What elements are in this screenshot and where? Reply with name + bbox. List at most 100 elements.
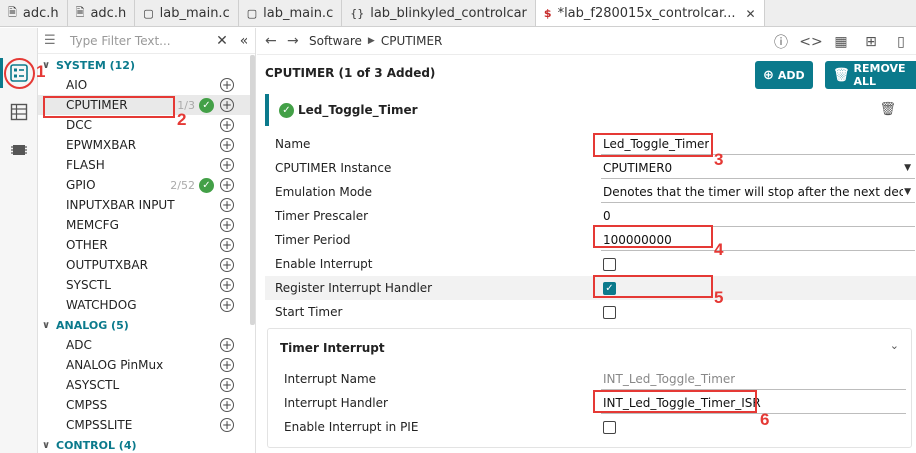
add-circle-icon[interactable]: + [220, 238, 234, 252]
add-circle-icon[interactable]: + [220, 278, 234, 292]
enable-interrupt-pie-checkbox[interactable] [603, 420, 616, 434]
tree-item[interactable]: SYSCTL + [38, 275, 250, 295]
tree-item[interactable]: OUTPUTXBAR + [38, 255, 250, 275]
close-icon[interactable]: ✕ [746, 7, 756, 21]
tab-adc-h-2[interactable]: 🗎 adc.h [68, 0, 136, 26]
add-button[interactable]: ⊕ ADD [755, 61, 813, 89]
remove-all-button[interactable]: 🗑 REMOVE ALL [825, 61, 916, 89]
header-file-icon: 🗎 [75, 6, 85, 19]
add-circle-icon[interactable]: + [220, 78, 234, 92]
tree-item[interactable]: ASYSCTL + [38, 375, 250, 395]
tree-scrollbar[interactable] [250, 55, 255, 325]
tree-category[interactable]: ∨ CONTROL (4) [38, 435, 250, 453]
panel-toggle-icon[interactable]: ▯ [886, 34, 916, 50]
cputimer-instance-select[interactable]: CPUTIMER0 ▼ [601, 157, 915, 179]
tree-item[interactable]: GPIO 2/52 ✓ + [38, 175, 250, 195]
tree-item[interactable]: ADC + [38, 335, 250, 355]
delete-instance-icon[interactable]: 🗑 [879, 102, 896, 117]
field-label: Emulation Mode [275, 185, 373, 199]
tree-item[interactable]: MEMCFG + [38, 215, 250, 235]
dropdown-arrow-icon: ▼ [904, 162, 911, 173]
tree-item-label: OUTPUTXBAR [66, 258, 148, 272]
tab-lab-main-c-2[interactable]: ▢ lab_main.c [239, 0, 343, 26]
tree-item[interactable]: WATCHDOG + [38, 295, 250, 315]
tree-item[interactable]: AIO + [38, 75, 250, 95]
add-button-label: ADD [777, 68, 805, 82]
module-header: CPUTIMER (1 of 3 Added) [265, 66, 436, 80]
collapse-panel-icon[interactable]: « [233, 33, 255, 49]
check-circle-icon: ✓ [199, 177, 214, 193]
tab-label: lab_blinkyled_controlcar [370, 6, 527, 21]
add-circle-icon[interactable]: + [220, 338, 234, 352]
instance-title: Led_Toggle_Timer [298, 103, 418, 117]
tab-lab-main-c-1[interactable]: ▢ lab_main.c [135, 0, 239, 26]
chevron-down-icon: ∨ [42, 439, 51, 451]
tree-item[interactable]: OTHER + [38, 235, 250, 255]
tree-category[interactable]: ∨ ANALOG (5) [38, 315, 250, 335]
field-timer-prescaler: Timer Prescaler 0 [265, 204, 916, 228]
tab-lab-blinkyled[interactable]: {} lab_blinkyled_controlcar [342, 0, 536, 26]
chip-view-icon[interactable] [7, 138, 31, 162]
tree-item[interactable]: FLASH + [38, 155, 250, 175]
start-timer-checkbox[interactable] [603, 305, 616, 319]
c-file-icon: ▢ [143, 7, 154, 20]
info-icon[interactable]: ⓘ [766, 32, 796, 52]
rail-selection-indicator [0, 58, 3, 88]
add-circle-icon[interactable]: + [220, 138, 234, 152]
add-circle-icon[interactable]: + [220, 178, 234, 192]
add-circle-icon[interactable]: + [220, 158, 234, 172]
field-label: Timer Prescaler [275, 209, 369, 223]
annotation-circle-1 [4, 58, 35, 89]
tree-item[interactable]: CMPSSLITE + [38, 415, 250, 435]
device-view-icon[interactable]: ⊞ [856, 34, 886, 50]
memory-view-icon[interactable] [7, 100, 31, 124]
timer-prescaler-input[interactable]: 0 [601, 205, 915, 227]
instance-header[interactable]: ✓ Led_Toggle_Timer 🗑 [265, 94, 916, 126]
tree-item[interactable]: DCC + [38, 115, 250, 135]
tree-item[interactable]: ANALOG PinMux + [38, 355, 250, 375]
tree-item[interactable]: EPWMXBAR + [38, 135, 250, 155]
trash-icon: 🗑 [833, 67, 850, 83]
tree-item[interactable]: INPUTXBAR INPUT + [38, 195, 250, 215]
field-label: Register Interrupt Handler [275, 281, 433, 295]
annotation-number-6: 6 [760, 410, 770, 429]
header-file-icon: 🗎 [8, 6, 17, 19]
breadcrumb-parent[interactable]: Software [309, 34, 362, 48]
add-circle-icon[interactable]: + [220, 118, 234, 132]
braces-file-icon: {} [350, 7, 365, 20]
tree-item-label: CMPSSLITE [66, 418, 133, 432]
add-circle-icon[interactable]: + [220, 98, 234, 112]
tab-lab-f280015x-syscfg[interactable]: $ *lab_f280015x_controlcar... ✕ [535, 0, 765, 26]
c-file-icon: ▢ [246, 7, 258, 20]
chevron-down-icon[interactable]: ⌄ [890, 339, 899, 352]
tree-item-label: MEMCFG [66, 218, 119, 232]
code-view-icon[interactable]: <> [796, 34, 826, 50]
tab-adc-h-1[interactable]: 🗎 adc.h [0, 0, 68, 26]
filter-input[interactable]: Type Filter Text... [62, 34, 211, 48]
remove-all-label: REMOVE ALL [853, 62, 906, 88]
board-view-icon[interactable]: ▦ [826, 34, 856, 50]
add-circle-icon[interactable]: + [220, 258, 234, 272]
add-circle-icon[interactable]: + [220, 398, 234, 412]
emulation-mode-select[interactable]: Denotes that the timer will stop after t… [601, 181, 915, 203]
forward-arrow-icon[interactable]: → [287, 33, 309, 49]
back-arrow-icon[interactable]: ← [265, 33, 287, 49]
breadcrumb-tools: ⓘ <> ▦ ⊞ ▯ [766, 28, 916, 55]
add-circle-icon[interactable]: + [220, 418, 234, 432]
enable-interrupt-checkbox[interactable] [603, 257, 616, 271]
add-circle-icon[interactable]: + [220, 198, 234, 212]
tree-item-label: CMPSS [66, 398, 108, 412]
add-circle-icon[interactable]: + [220, 358, 234, 372]
add-circle-icon[interactable]: + [220, 298, 234, 312]
tree-category[interactable]: ∨ SYSTEM (12) [38, 55, 250, 75]
activity-rail [0, 28, 38, 453]
add-circle-icon[interactable]: + [220, 218, 234, 232]
tree-item[interactable]: CMPSS + [38, 395, 250, 415]
field-enable-interrupt: Enable Interrupt [265, 252, 916, 276]
clear-filter-icon[interactable]: ✕ [211, 33, 233, 49]
add-circle-icon[interactable]: + [220, 378, 234, 392]
annotation-box-5 [593, 275, 713, 298]
field-interrupt-handler: Interrupt Handler INT_Led_Toggle_Timer_I… [265, 391, 916, 415]
field-label: Name [275, 137, 311, 151]
field-label: Start Timer [275, 305, 343, 319]
